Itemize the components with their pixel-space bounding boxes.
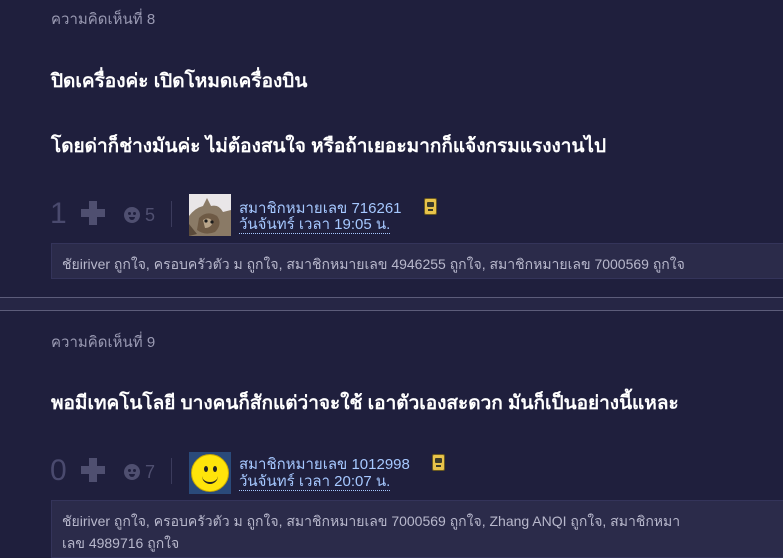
comment-text-line: ปิดเครื่องค่ะ เปิดโหมดเครื่องบิน: [51, 71, 308, 92]
cat-photo-icon: [189, 194, 231, 236]
vote-score: 1: [50, 197, 67, 230]
comment-number: ความคิดเห็นที่ 8: [51, 11, 156, 28]
likes-text[interactable]: ชัยiriver ถูกใจ, ครอบครัวตัว ม ถูกใจ, สม…: [62, 256, 685, 272]
comment-date-link[interactable]: วันจันทร์ เวลา 19:05 น.: [239, 217, 391, 234]
emotion-icon[interactable]: [124, 464, 140, 480]
smiley-face-icon: [189, 452, 231, 494]
comment-text-line: พอมีเทคโนโลยี บางคนก็สักแต่ว่าจะใช้ เอาต…: [51, 393, 679, 414]
comment-text-line: โดยด่าก็ช่างมันค่ะ ไม่ต้องสนใจ หรือถ้าเย…: [51, 136, 607, 157]
vote-score: 0: [50, 454, 67, 487]
likes-text[interactable]: เลข 4989716 ถูกใจ: [62, 532, 783, 554]
comment-number: ความคิดเห็นที่ 9: [51, 334, 156, 351]
emotion-count[interactable]: 7: [145, 462, 155, 483]
likes-list: ชัยiriver ถูกใจ, ครอบครัวตัว ม ถูกใจ, สม…: [51, 500, 783, 558]
comment-separator-gap: [0, 298, 783, 310]
divider: [171, 201, 172, 227]
member-badge-icon: [424, 198, 437, 215]
comment-8: ความคิดเห็นที่ 8 ปิดเครื่องค่ะ เปิดโหมดเ…: [0, 0, 783, 290]
emotion-count[interactable]: 5: [145, 205, 155, 226]
avatar[interactable]: [189, 452, 231, 494]
member-badge-icon: [432, 454, 445, 471]
divider: [171, 458, 172, 484]
plus-icon[interactable]: [80, 200, 106, 226]
likes-list: ชัยiriver ถูกใจ, ครอบครัวตัว ม ถูกใจ, สม…: [51, 243, 783, 279]
plus-icon[interactable]: [80, 457, 106, 483]
likes-text[interactable]: ชัยiriver ถูกใจ, ครอบครัวตัว ม ถูกใจ, สม…: [62, 510, 783, 532]
comment-date-link[interactable]: วันจันทร์ เวลา 20:07 น.: [239, 474, 391, 491]
avatar[interactable]: [189, 194, 231, 236]
emotion-icon[interactable]: [124, 207, 140, 223]
comment-9: ความคิดเห็นที่ 9 พอมีเทคโนโลยี บางคนก็สั…: [0, 311, 783, 558]
